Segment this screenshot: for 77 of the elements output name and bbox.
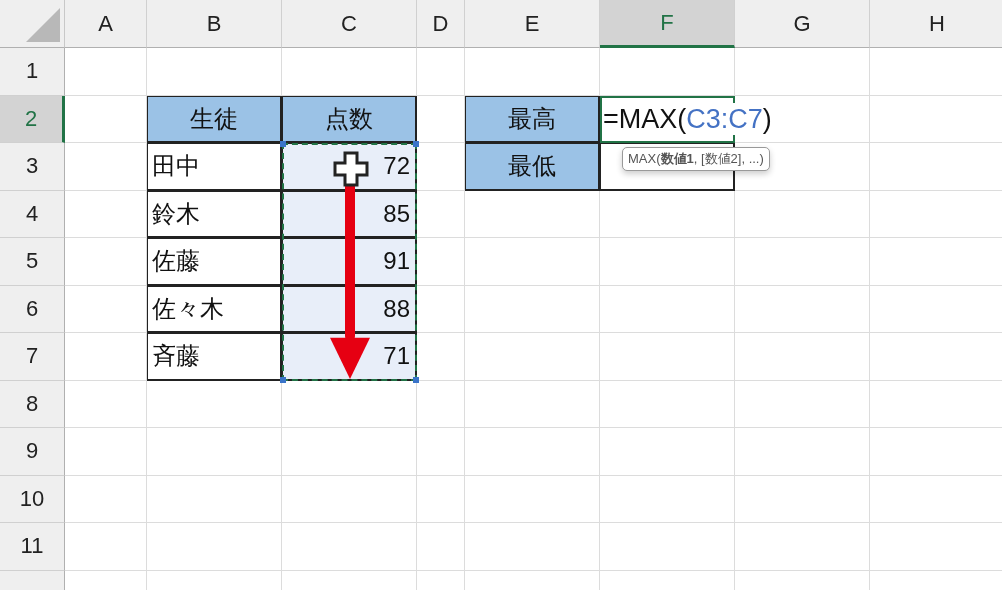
empty-cell[interactable]	[282, 523, 417, 571]
table-cell: 佐藤	[147, 238, 282, 286]
formula-input[interactable]: =MAX(C3:C7)	[603, 103, 772, 136]
empty-cell[interactable]	[147, 48, 282, 96]
empty-cell[interactable]	[147, 428, 282, 476]
column-header[interactable]: E	[465, 0, 600, 48]
row-header[interactable]: 8	[0, 380, 65, 428]
row-header[interactable]: 1	[0, 48, 65, 96]
empty-cell[interactable]	[735, 333, 870, 381]
empty-cell[interactable]	[417, 428, 465, 476]
empty-cell[interactable]	[465, 428, 600, 476]
empty-cell[interactable]	[147, 475, 282, 523]
column-header[interactable]: D	[417, 0, 465, 48]
row-header[interactable]: 10	[0, 475, 65, 523]
column-header[interactable]: H	[870, 0, 1002, 48]
empty-cell[interactable]	[282, 428, 417, 476]
empty-cell[interactable]	[600, 428, 735, 476]
table-cell: 鈴木	[147, 190, 282, 238]
selection-handle[interactable]	[413, 141, 419, 147]
empty-cell[interactable]	[465, 190, 600, 238]
selection-handle[interactable]	[280, 141, 286, 147]
empty-cell[interactable]	[465, 380, 600, 428]
empty-cell[interactable]	[735, 428, 870, 476]
empty-cell[interactable]	[465, 285, 600, 333]
empty-cell[interactable]	[417, 523, 465, 571]
empty-cell[interactable]	[465, 333, 600, 381]
empty-cell[interactable]	[600, 285, 735, 333]
row-header[interactable]: 3	[0, 143, 65, 191]
selection-handle[interactable]	[413, 376, 419, 383]
column-header[interactable]: F	[600, 0, 735, 48]
empty-cell[interactable]	[600, 48, 735, 96]
function-tooltip: MAX(数値1, [数値2], ...)	[622, 147, 770, 171]
select-all-icon[interactable]	[26, 8, 60, 42]
empty-cell[interactable]	[600, 190, 735, 238]
empty-cell[interactable]	[735, 238, 870, 286]
empty-cell[interactable]	[735, 380, 870, 428]
row-header[interactable]: 6	[0, 285, 65, 333]
table-cell: 田中	[147, 143, 282, 191]
empty-cell[interactable]	[417, 48, 465, 96]
row-header[interactable]: 4	[0, 190, 65, 238]
empty-cell[interactable]	[465, 48, 600, 96]
column-header[interactable]: A	[65, 0, 147, 48]
row-header[interactable]: 2	[0, 95, 65, 143]
empty-cell[interactable]	[465, 238, 600, 286]
empty-cell[interactable]	[600, 475, 735, 523]
header-cell: 生徒	[147, 95, 282, 143]
empty-cell[interactable]	[465, 475, 600, 523]
column-header[interactable]: C	[282, 0, 417, 48]
empty-cell[interactable]	[147, 523, 282, 571]
row-header[interactable]: 9	[0, 428, 65, 476]
empty-cell[interactable]	[600, 238, 735, 286]
empty-cell[interactable]	[417, 475, 465, 523]
empty-cell[interactable]	[147, 380, 282, 428]
empty-cell[interactable]	[465, 523, 600, 571]
column-header[interactable]: B	[147, 0, 282, 48]
selection-handle[interactable]	[280, 376, 286, 383]
header-cell: 点数	[282, 95, 417, 143]
row-header[interactable]: 11	[0, 523, 65, 571]
table-cell: 91	[282, 238, 417, 286]
empty-cell[interactable]	[735, 475, 870, 523]
empty-cell[interactable]	[735, 523, 870, 571]
empty-cell[interactable]	[282, 48, 417, 96]
empty-cell[interactable]	[600, 523, 735, 571]
table-cell: 佐々木	[147, 285, 282, 333]
empty-cell[interactable]	[282, 475, 417, 523]
header-cell: 最低	[465, 143, 600, 191]
empty-cell[interactable]	[600, 333, 735, 381]
row-header[interactable]: 5	[0, 238, 65, 286]
header-cell: 最高	[465, 95, 600, 143]
empty-cell[interactable]	[735, 190, 870, 238]
row-header[interactable]: 7	[0, 333, 65, 381]
empty-cell[interactable]	[735, 48, 870, 96]
column-header[interactable]: G	[735, 0, 870, 48]
cursor-cross-icon	[333, 151, 369, 187]
empty-cell[interactable]	[735, 285, 870, 333]
table-cell: 斉藤	[147, 333, 282, 381]
empty-cell[interactable]	[600, 380, 735, 428]
